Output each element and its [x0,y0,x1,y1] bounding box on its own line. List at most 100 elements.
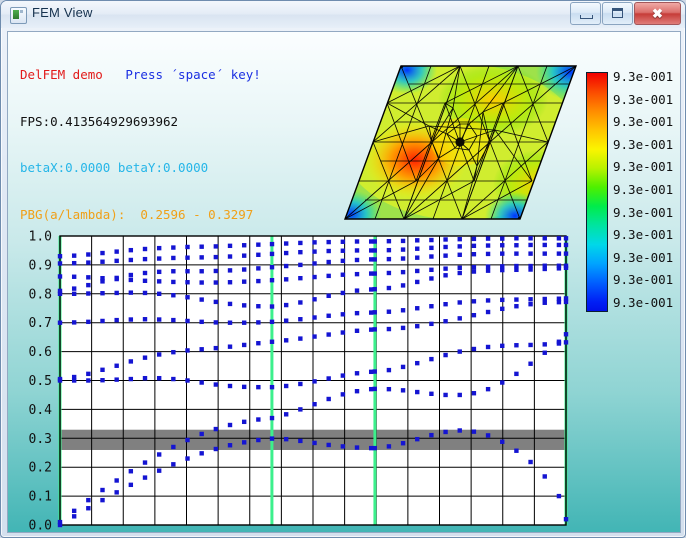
band-data-point [86,252,91,257]
band-data-point [563,332,569,337]
band-data-point [500,243,505,248]
band-data-point [283,436,289,442]
band-data-point [312,334,317,339]
band-data-point [471,236,477,242]
band-data-point [57,519,63,525]
colorbar-tick-label: 9.3e-001 [613,272,674,288]
band-data-point [199,451,204,456]
band-data-point [185,456,190,461]
band-data-point [256,304,261,309]
band-data-point [241,419,247,425]
band-data-point [500,297,505,303]
band-data-point [528,263,533,269]
band-data-point [354,371,360,376]
band-data-point [354,388,360,394]
render-canvas[interactable]: DelFEM demo Press ´space´ key! FPS:0.413… [7,31,681,533]
band-data-point [372,257,377,262]
band-data-point [340,248,346,253]
band-data-point [514,263,519,269]
band-data-point [142,375,148,381]
maximize-icon [612,8,623,18]
band-data-point [326,273,331,279]
band-data-point [241,320,247,325]
band-data-point [298,438,303,444]
hud-fps: FPS:0.413564929693962 [20,113,179,129]
band-data-point [429,276,434,281]
band-data-point [57,376,63,382]
band-data-point [429,245,434,251]
band-data-point [386,326,392,332]
band-data-point [100,250,105,256]
band-data-point [185,244,190,250]
band-data-point [386,386,392,392]
band-data-point [114,363,119,368]
band-data-point [400,388,406,393]
band-data-point [326,248,331,254]
band-data-point [171,245,176,250]
band-data-point [298,317,303,322]
band-data-point [429,432,434,438]
band-data-point [429,267,434,273]
band-data-point [457,236,462,242]
band-data-point [500,439,505,444]
band-data-point [471,243,477,249]
band-data-point [400,283,406,288]
band-data-point [71,274,77,279]
band-data-point [372,271,377,276]
band-data-point [156,279,162,284]
minimize-button[interactable] [570,2,601,25]
band-data-point [372,248,377,253]
band-data-point [400,238,406,244]
band-data-point [372,327,377,332]
band-data-point [171,349,176,355]
hud-press-space-label: Press ´space´ key! [125,67,261,82]
band-data-point [563,263,569,268]
band-data-point [326,293,331,299]
band-data-point [199,431,204,437]
band-data-point [471,346,477,352]
band-data-point [256,320,261,325]
band-data-point [528,242,533,248]
band-data-point [500,380,505,385]
band-structure-plot[interactable]: 0.00.10.20.30.40.50.60.70.80.91.0GKMG [16,204,582,532]
band-data-point [485,268,491,273]
band-data-point [71,286,77,291]
band-data-point [156,291,162,296]
band-data-point [312,401,317,407]
band-data-point [57,288,63,294]
band-data-point [386,285,392,291]
band-data-point [269,278,275,283]
band-data-point [283,412,289,417]
y-axis-tick-label: 0.8 [29,287,52,302]
band-data-point [256,341,261,346]
close-button[interactable]: ✖ [634,2,681,25]
band-data-point [340,290,346,296]
band-data-point [241,253,247,258]
band-data-point [128,277,134,283]
band-data-point [86,282,91,288]
band-data-point [199,269,204,274]
band-data-point [213,320,219,325]
band-data-point [471,391,477,396]
band-data-point [241,243,247,248]
fem-mesh-view[interactable] [343,64,578,224]
band-data-point [86,378,91,383]
band-data-point [542,263,547,268]
band-data-point [457,428,462,433]
band-data-point [415,238,420,243]
band-data-point [256,437,261,443]
maximize-button[interactable] [602,2,633,25]
band-data-point [415,246,420,251]
band-data-point [457,265,462,270]
band-data-point [326,313,331,318]
band-data-point [354,310,360,316]
band-data-point [326,259,331,265]
band-data-point [500,343,505,349]
band-data-point [443,392,448,398]
band-data-point [283,383,289,389]
band-data-point [340,444,346,449]
title-bar[interactable]: FEM View ✖ [1,1,685,28]
band-data-point [340,312,346,317]
band-data-point [269,265,275,270]
band-data-point [269,251,275,257]
